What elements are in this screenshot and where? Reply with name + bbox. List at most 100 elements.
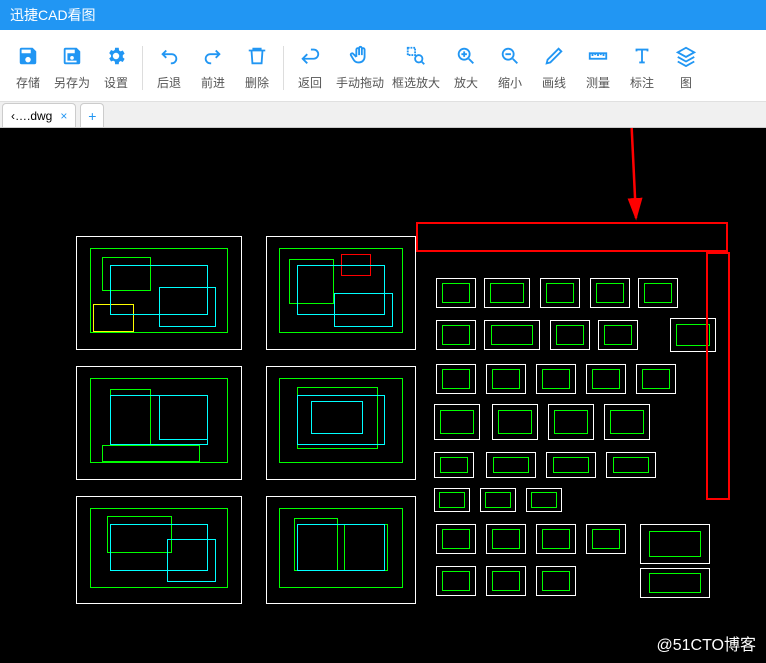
drawing-thumbnail[interactable] <box>436 364 476 394</box>
watermark: @51CTO博客 <box>656 631 756 655</box>
pan-button[interactable]: 手动拖动 <box>332 42 388 93</box>
drawing-thumbnail[interactable] <box>526 488 562 512</box>
annotate-button[interactable]: 标注 <box>620 42 664 93</box>
drawing-canvas[interactable]: @51CTO博客 <box>0 128 766 663</box>
toolbar: 存储 另存为 设置 后退 前进 删除 返回 <box>0 30 766 102</box>
delete-label: 删除 <box>245 74 269 91</box>
zoom-out-icon <box>498 44 522 68</box>
drawing-thumbnail[interactable] <box>598 320 638 350</box>
drawing-thumbnail[interactable] <box>606 452 656 478</box>
drawing-thumbnail[interactable] <box>548 404 594 440</box>
drawing-thumbnail[interactable] <box>486 566 526 596</box>
drawing-thumbnail[interactable] <box>480 488 516 512</box>
drawing-thumbnail[interactable] <box>638 278 678 308</box>
pencil-icon <box>542 44 566 68</box>
drawing-thumbnail[interactable] <box>586 364 626 394</box>
highlight-box-vertical <box>706 252 730 500</box>
drawing-thumbnail[interactable] <box>484 278 530 308</box>
drawing-thumbnail[interactable] <box>640 568 710 598</box>
forward-label: 前进 <box>201 74 225 91</box>
title-bar: 迅捷CAD看图 <box>0 0 766 30</box>
zoom-window-icon <box>404 44 428 68</box>
highlight-box-horizontal <box>416 222 728 252</box>
return-icon <box>298 44 322 68</box>
drawing-thumbnail[interactable] <box>546 452 596 478</box>
settings-button[interactable]: 设置 <box>94 42 138 93</box>
text-icon <box>630 44 654 68</box>
drawing-thumbnail[interactable] <box>536 364 576 394</box>
line-label: 画线 <box>542 74 566 91</box>
zoom-in-button[interactable]: 放大 <box>444 42 488 93</box>
measure-label: 测量 <box>586 74 610 91</box>
settings-label: 设置 <box>104 74 128 91</box>
plus-icon: + <box>88 108 96 124</box>
drawing-thumbnail[interactable] <box>536 566 576 596</box>
drawing-thumbnail[interactable] <box>492 404 538 440</box>
gear-icon <box>104 44 128 68</box>
save-label: 存储 <box>16 74 40 91</box>
drawing-thumbnail[interactable] <box>540 278 580 308</box>
tab-bar: ‹….dwg × + <box>0 102 766 128</box>
return-label: 返回 <box>298 74 322 91</box>
drawing-thumbnail[interactable] <box>486 452 536 478</box>
zoom-in-label: 放大 <box>454 74 478 91</box>
measure-button[interactable]: 测量 <box>576 42 620 93</box>
drawing-thumbnail[interactable] <box>636 364 676 394</box>
undo-icon <box>157 44 181 68</box>
file-tab[interactable]: ‹….dwg × <box>2 103 76 127</box>
zoom-out-label: 缩小 <box>498 74 522 91</box>
forward-button[interactable]: 前进 <box>191 42 235 93</box>
save-button[interactable]: 存储 <box>6 42 50 93</box>
drawing-thumbnail[interactable] <box>550 320 590 350</box>
trash-icon <box>245 44 269 68</box>
line-button[interactable]: 画线 <box>532 42 576 93</box>
drawing-thumbnail[interactable] <box>436 524 476 554</box>
drawing-thumbnail[interactable] <box>436 278 476 308</box>
drawing-thumbnail[interactable] <box>434 488 470 512</box>
image-label: 图 <box>680 74 692 91</box>
pan-label: 手动拖动 <box>336 74 384 91</box>
back-button[interactable]: 后退 <box>147 42 191 93</box>
layers-icon <box>674 44 698 68</box>
back-label: 后退 <box>157 74 181 91</box>
separator <box>283 46 284 90</box>
return-button[interactable]: 返回 <box>288 42 332 93</box>
add-tab-button[interactable]: + <box>80 103 104 127</box>
zoom-window-button[interactable]: 框选放大 <box>388 42 444 93</box>
app-title: 迅捷CAD看图 <box>10 7 96 23</box>
drawing-thumbnail[interactable] <box>586 524 626 554</box>
drawing-thumbnail[interactable] <box>604 404 650 440</box>
tab-filename: ‹….dwg <box>11 109 52 123</box>
drawing-thumbnail[interactable] <box>640 524 710 564</box>
annotate-label: 标注 <box>630 74 654 91</box>
image-button[interactable]: 图 <box>664 42 708 93</box>
drawing-thumbnail[interactable] <box>436 320 476 350</box>
ruler-icon <box>586 44 610 68</box>
hand-icon <box>348 44 372 68</box>
close-icon[interactable]: × <box>60 109 67 123</box>
drawing-thumbnail[interactable] <box>486 524 526 554</box>
save-as-icon <box>60 44 84 68</box>
drawing-thumbnail[interactable] <box>266 236 416 350</box>
drawing-thumbnail[interactable] <box>266 366 416 480</box>
delete-button[interactable]: 删除 <box>235 42 279 93</box>
zoom-out-button[interactable]: 缩小 <box>488 42 532 93</box>
drawing-thumbnail[interactable] <box>434 452 474 478</box>
zoom-window-label: 框选放大 <box>392 74 440 91</box>
drawing-thumbnail[interactable] <box>266 496 416 604</box>
drawing-thumbnail[interactable] <box>590 278 630 308</box>
drawing-thumbnail[interactable] <box>436 566 476 596</box>
drawing-thumbnail[interactable] <box>434 404 480 440</box>
save-as-label: 另存为 <box>54 74 90 91</box>
drawing-thumbnail[interactable] <box>486 364 526 394</box>
save-icon <box>16 44 40 68</box>
drawing-thumbnail[interactable] <box>76 366 242 480</box>
zoom-in-icon <box>454 44 478 68</box>
drawing-thumbnail[interactable] <box>484 320 540 350</box>
drawing-thumbnail[interactable] <box>76 496 242 604</box>
separator <box>142 46 143 90</box>
drawing-thumbnail[interactable] <box>536 524 576 554</box>
drawing-thumbnail[interactable] <box>76 236 242 350</box>
redo-icon <box>201 44 225 68</box>
save-as-button[interactable]: 另存为 <box>50 42 94 93</box>
